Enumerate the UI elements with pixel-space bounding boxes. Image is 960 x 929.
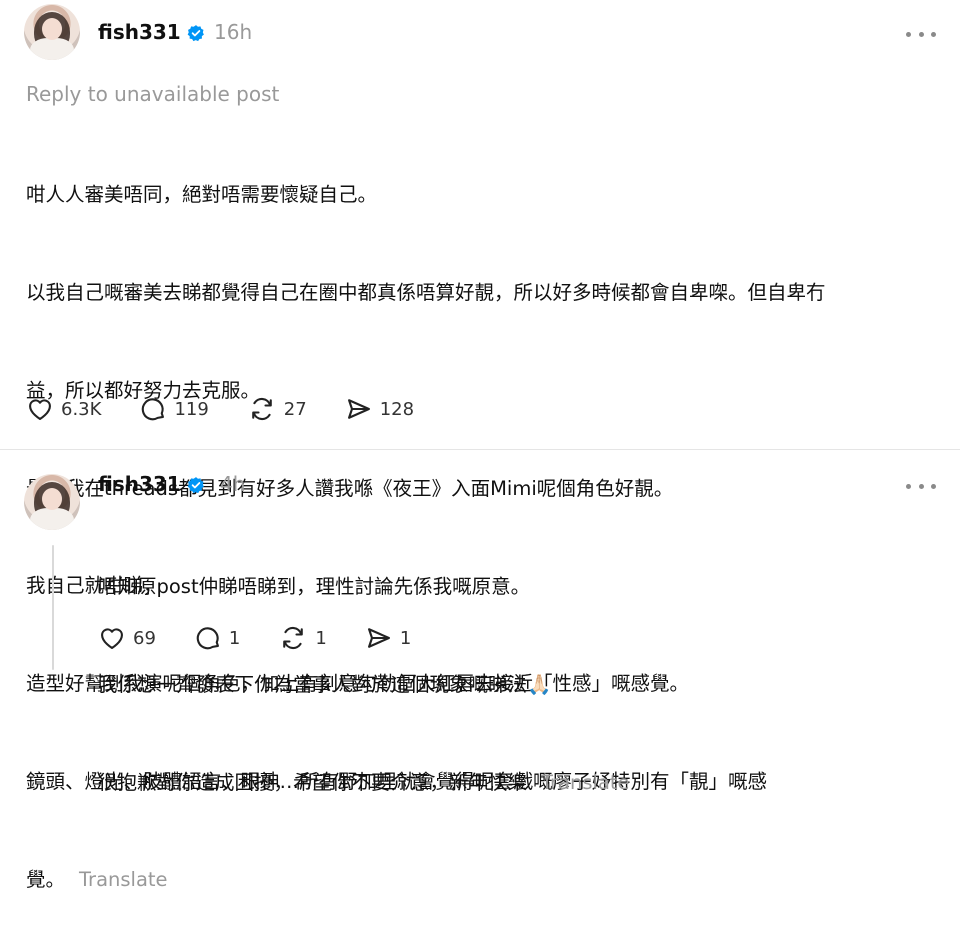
like-button[interactable]: 6.3K <box>26 395 101 423</box>
translate-link[interactable]: Translate <box>541 771 630 794</box>
post-divider <box>0 449 960 450</box>
more-icon-dot <box>918 483 924 489</box>
avatar-body <box>30 508 74 530</box>
reply-time: 4h <box>220 472 246 496</box>
avatar-body <box>30 38 74 60</box>
username[interactable]: fish331 <box>98 472 181 496</box>
verified-icon <box>187 25 204 42</box>
more-options-button[interactable] <box>906 24 936 44</box>
avatar[interactable] <box>24 4 80 60</box>
comment-button[interactable]: 1 <box>194 624 240 652</box>
reply-line-last: 很抱歉對你造成困擾，希望你不要介意，新年快樂 Translate <box>98 767 938 800</box>
post-line: 以我自己嘅審美去睇都覺得自己在圈中都真係唔算好靚，所以好多時候都會自卑㗎。但自卑… <box>26 280 826 304</box>
repost-count: 27 <box>283 398 307 420</box>
reply-line: 我係想一齊發表下作為當事人對於這個現象嘅睇法🙏🏻 <box>98 672 552 696</box>
repost-icon <box>251 397 272 421</box>
like-button[interactable]: 69 <box>98 624 156 652</box>
avatar[interactable] <box>24 474 80 530</box>
reply-actions: 69 1 1 1 <box>98 624 449 652</box>
share-button[interactable]: 1 <box>365 624 411 652</box>
translate-link[interactable]: Translate <box>79 868 168 891</box>
username[interactable]: fish331 <box>98 20 181 44</box>
comment-button[interactable]: 119 <box>139 395 209 423</box>
comment-icon <box>196 627 219 650</box>
more-options-button[interactable] <box>906 476 936 496</box>
reply-context[interactable]: Reply to unavailable post <box>26 82 279 106</box>
verified-icon <box>187 477 204 494</box>
reply-line: 很抱歉對你造成困擾，希望你不要介意，新年快樂 <box>98 770 528 794</box>
more-icon-dot <box>918 31 924 37</box>
repost-button[interactable]: 27 <box>247 395 307 423</box>
comment-count: 1 <box>228 627 241 649</box>
reply-body: 唔知原post仲睇唔睇到，理性討論先係我嘅原意。 我係想一齊發表下作為當事人對於… <box>98 506 938 832</box>
post-line-last: 覺。 Translate <box>26 864 936 897</box>
more-icon <box>906 31 911 37</box>
reply-line: 唔知原post仲睇唔睇到，理性討論先係我嘅原意。 <box>98 575 531 599</box>
share-count: 1 <box>399 627 412 649</box>
repost-button[interactable]: 1 <box>278 624 327 652</box>
like-count: 69 <box>133 627 156 649</box>
more-icon <box>906 483 911 489</box>
share-icon <box>367 628 390 648</box>
post-line: 咁人人審美唔同，絕對唔需要懷疑自己。 <box>26 183 378 207</box>
comment-count: 119 <box>174 398 209 420</box>
post-actions: 6.3K 119 27 128 <box>26 395 452 423</box>
thread-line <box>52 545 54 670</box>
share-icon <box>347 399 370 419</box>
heart-icon <box>101 628 123 649</box>
like-count: 6.3K <box>61 398 102 420</box>
avatar-face <box>42 488 62 510</box>
post-time: 16h <box>214 20 253 44</box>
share-count: 128 <box>379 398 415 420</box>
share-button[interactable]: 128 <box>345 395 414 423</box>
more-icon-dot <box>931 31 936 37</box>
post-line: 覺。 <box>26 867 66 891</box>
avatar-face <box>42 18 62 40</box>
heart-icon <box>29 399 51 420</box>
more-icon-dot <box>931 483 936 489</box>
repost-icon <box>283 626 304 650</box>
comment-icon <box>142 398 165 421</box>
repost-count: 1 <box>315 627 327 649</box>
